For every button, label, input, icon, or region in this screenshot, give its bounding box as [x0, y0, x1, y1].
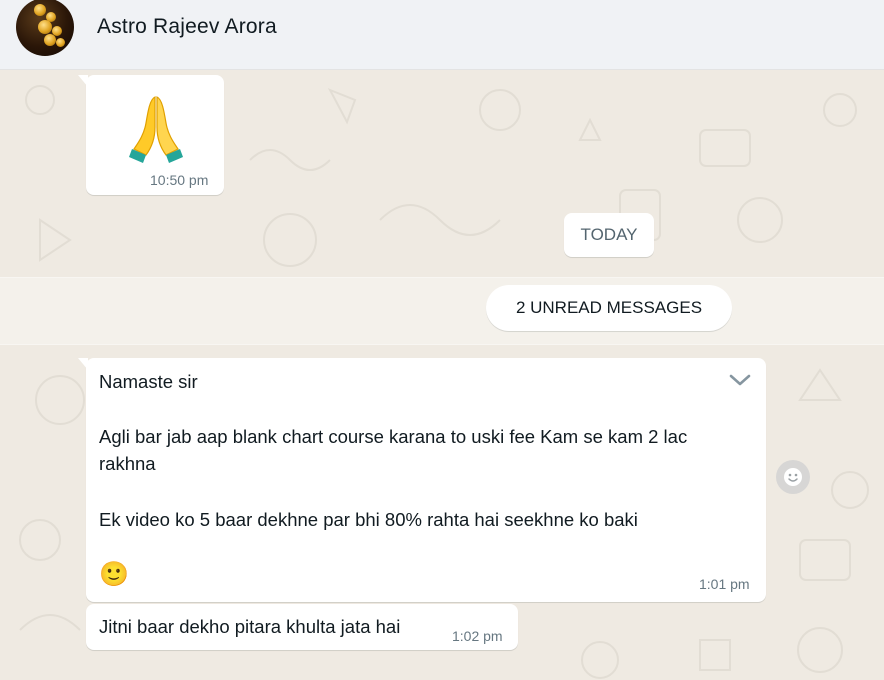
chat-header: Astro Rajeev Arora — [0, 0, 884, 70]
message-time: 1:01 pm — [699, 576, 750, 592]
emoji-reaction-button[interactable] — [776, 460, 810, 494]
unread-messages-divider: 2 UNREAD MESSAGES — [486, 285, 732, 331]
emoji-smile-icon — [784, 468, 802, 486]
message-line: Jitni baar dekho pitara khulta jata hai — [99, 616, 401, 637]
unread-messages-label: 2 UNREAD MESSAGES — [515, 298, 703, 317]
date-divider-label: TODAY — [580, 225, 638, 244]
message-line: Ek video ko 5 baar dekhne par bhi 80% ra… — [99, 509, 638, 530]
folded-hands-icon — [129, 96, 183, 163]
message-line: rakhna — [99, 453, 156, 474]
message-line: Agli bar jab aap blank chart course kara… — [99, 426, 688, 447]
smile-emoji: 🙂 — [99, 561, 129, 588]
message-time: 1:02 pm — [452, 628, 503, 644]
message-bubble[interactable]: Namaste sir Agli bar jab aap blank chart… — [78, 358, 766, 602]
message-time: 10:50 pm — [150, 172, 209, 188]
date-divider: TODAY — [564, 213, 654, 257]
contact-name[interactable]: Astro Rajeev Arora — [97, 15, 277, 39]
contact-avatar[interactable] — [16, 0, 74, 56]
message-bubble[interactable]: Jitni baar dekho pitara khulta jata hai … — [86, 604, 518, 650]
chevron-down-icon[interactable] — [728, 372, 752, 388]
message-line: Namaste sir — [99, 371, 198, 392]
chat-pane[interactable]: 10:50 pm TODAY 2 UNREAD MESSAGES Namaste… — [0, 70, 884, 680]
message-bubble[interactable]: 10:50 pm — [78, 75, 224, 195]
unread-divider-band — [0, 277, 884, 345]
